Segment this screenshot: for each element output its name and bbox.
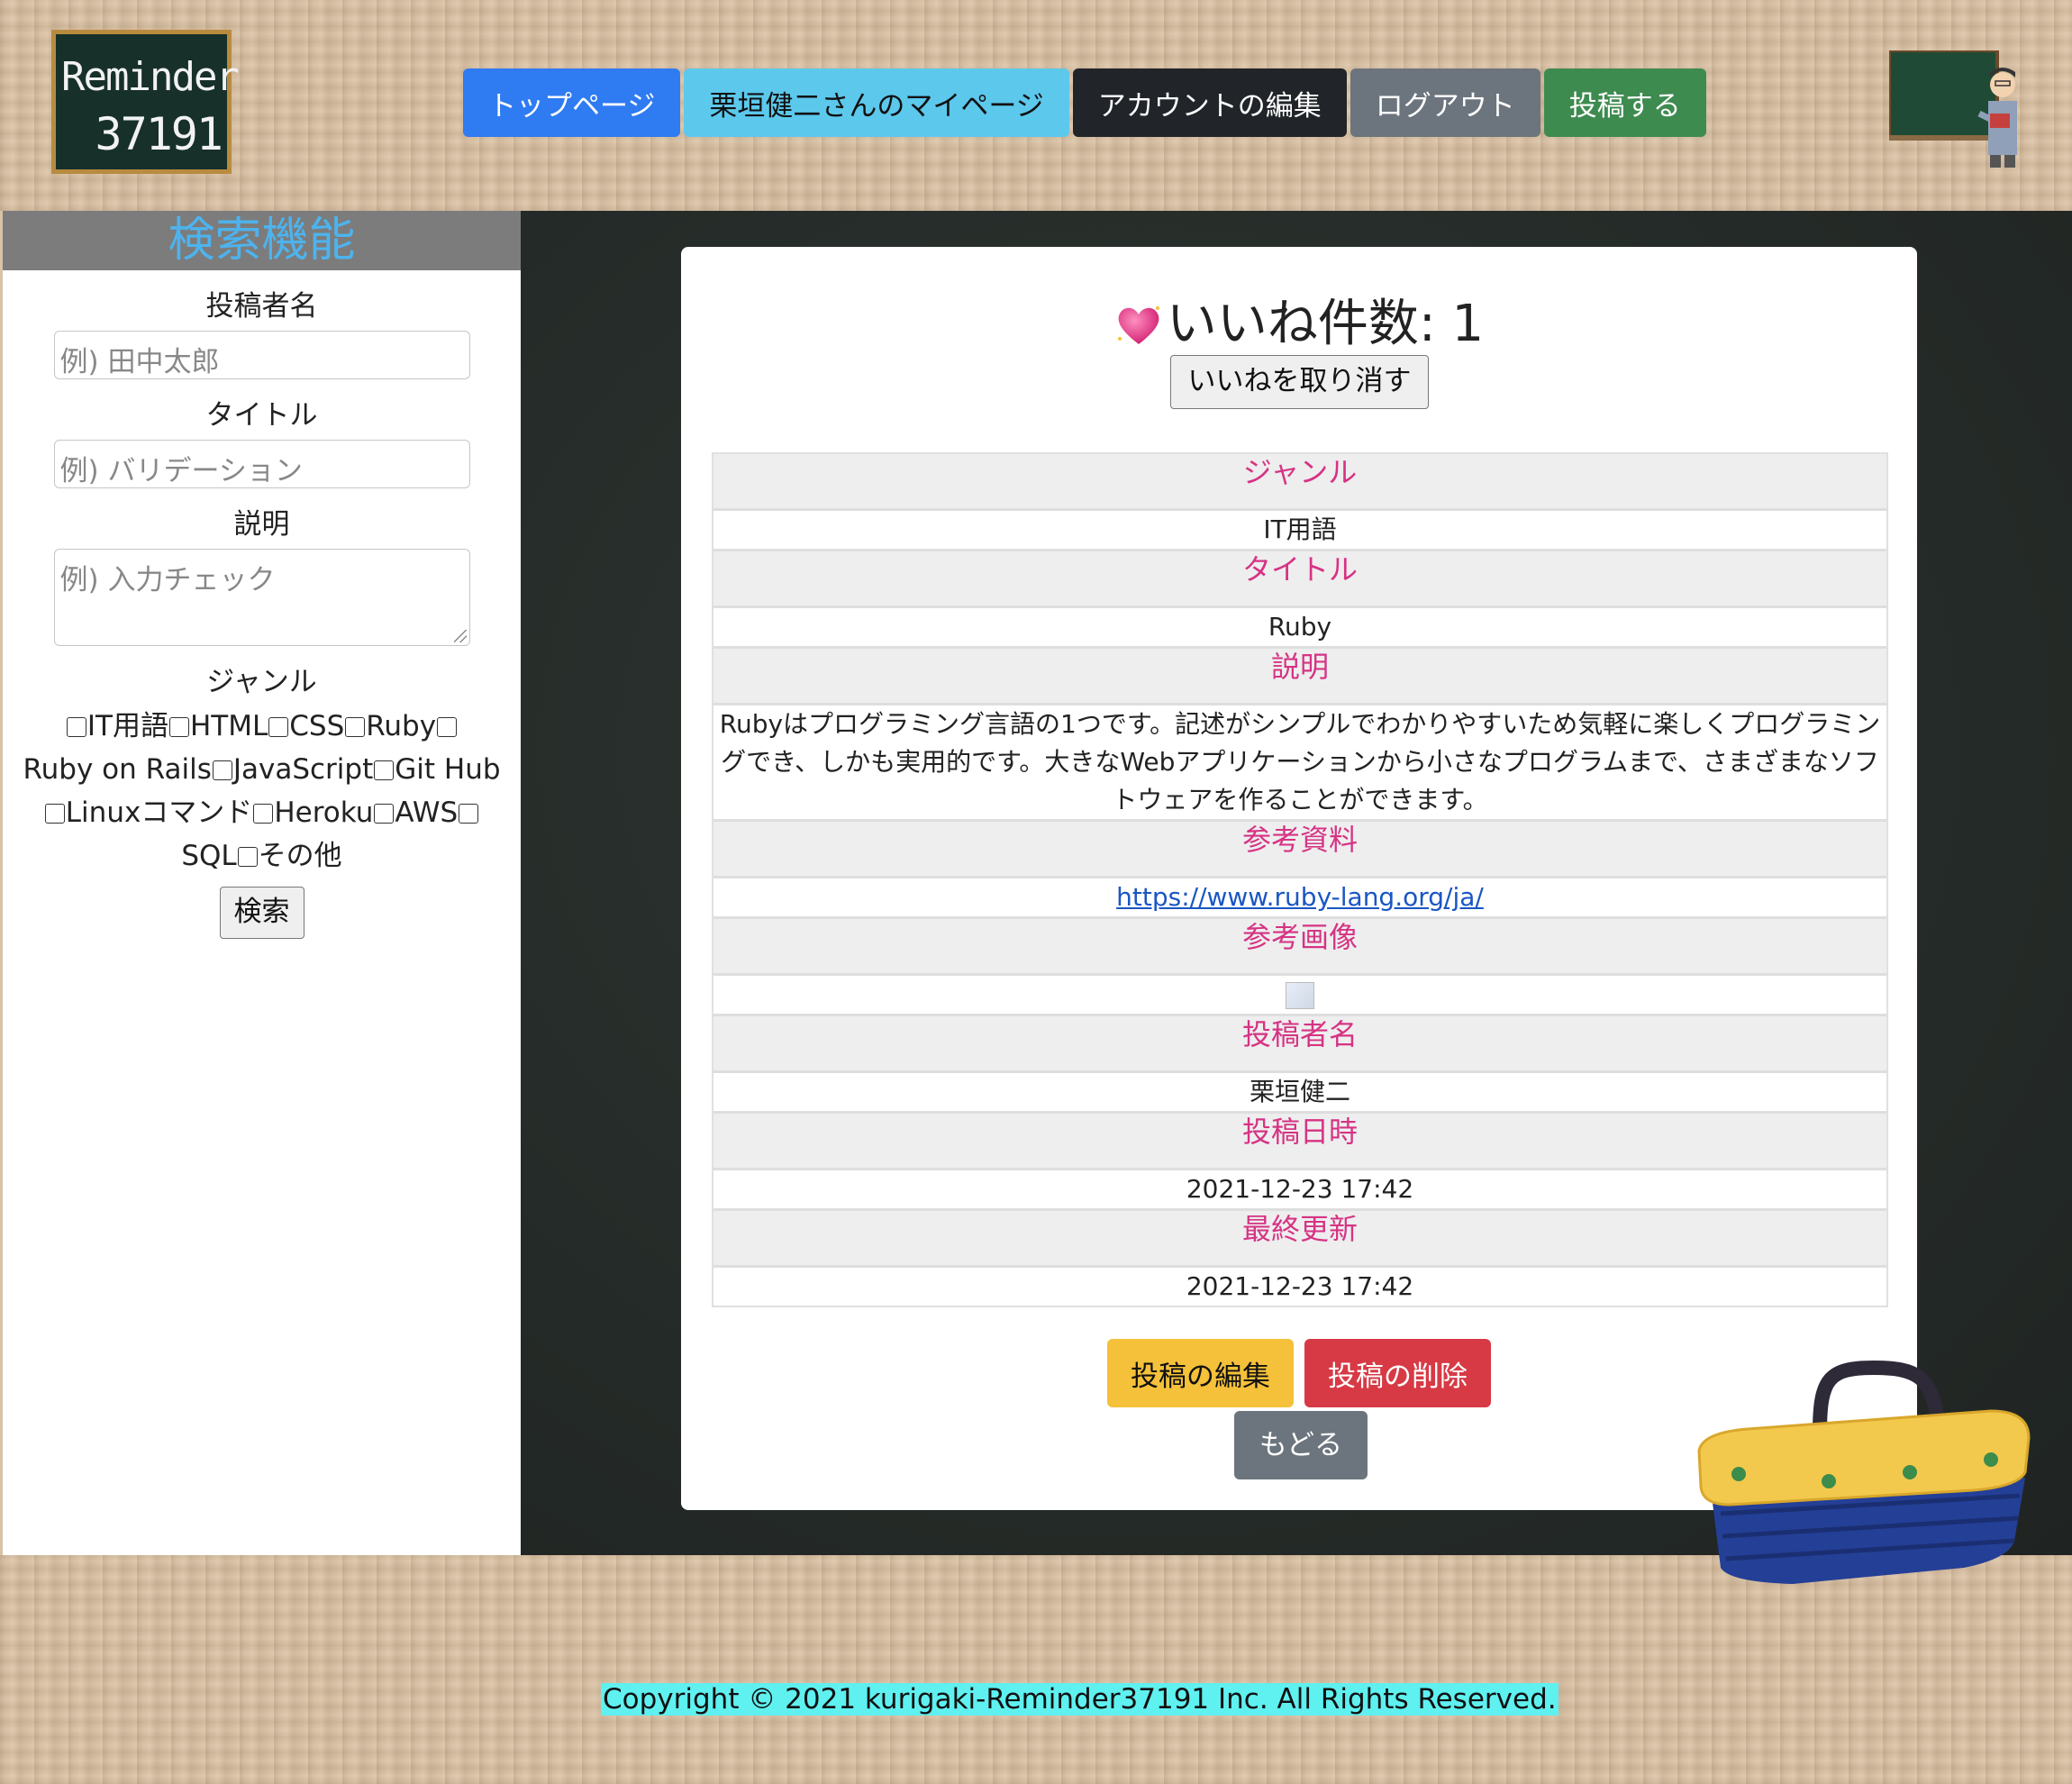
- genre-option: HTML: [189, 710, 268, 742]
- heart-icon: [1117, 306, 1159, 344]
- search-button[interactable]: 検索: [219, 887, 304, 939]
- genre-value: IT用語: [713, 511, 1886, 551]
- nav-post-button[interactable]: 投稿する: [1543, 68, 1706, 137]
- genre-checkbox[interactable]: [66, 717, 86, 737]
- main-nav: トップページ 栗垣健二さんのマイページ アカウントの編集 ログアウト 投稿する: [463, 68, 1706, 137]
- updated-at-header: 最終更新: [713, 1211, 1886, 1268]
- like-count-heading: いいね件数: 1: [681, 283, 1917, 356]
- genre-option: その他: [258, 840, 342, 872]
- genre-option: Linuxコマンド: [65, 796, 253, 829]
- author-header: 投稿者名: [713, 1016, 1886, 1073]
- nav-mypage-button[interactable]: 栗垣健二さんのマイページ: [684, 68, 1069, 137]
- reference-image-row: [713, 976, 1886, 1016]
- logo-line2: 37191: [95, 108, 223, 160]
- genre-option: IT用語: [86, 710, 168, 742]
- unlike-button[interactable]: いいねを取り消す: [1170, 355, 1429, 409]
- genre-option: JavaScript: [232, 753, 374, 786]
- edit-post-button[interactable]: 投稿の編集: [1107, 1339, 1294, 1407]
- description-header: 説明: [713, 649, 1886, 705]
- posted-at-header: 投稿日時: [713, 1114, 1886, 1170]
- genre-option: CSS: [289, 710, 345, 742]
- genre-option: AWS: [395, 796, 459, 829]
- footer-background: [0, 1555, 2072, 1784]
- title-value: Ruby: [713, 608, 1886, 649]
- genre-checkbox[interactable]: [437, 717, 458, 737]
- title-header: タイトル: [713, 551, 1886, 608]
- nav-logout-button[interactable]: ログアウト: [1350, 68, 1540, 137]
- basket-illustration: [1697, 1361, 2031, 1584]
- title-label: タイトル: [205, 399, 318, 432]
- updated-at-value: 2021-12-23 17:42: [713, 1268, 1886, 1306]
- reference-image-header: 参考画像: [713, 919, 1886, 976]
- reference-link[interactable]: https://www.ruby-lang.org/ja/: [1116, 882, 1484, 912]
- teacher-illustration: [1889, 50, 2017, 168]
- genre-checkbox[interactable]: [168, 717, 189, 737]
- genre-checkbox-group: IT用語 HTML CSS Ruby Ruby on Rails JavaScript G…: [3, 705, 521, 878]
- post-detail-table: ジャンル IT用語 タイトル Ruby 説明 Rubyはプログラミング言語の1つ…: [712, 452, 1888, 1307]
- description-placeholder: 例) 入力チェック: [59, 564, 276, 596]
- back-button[interactable]: もどる: [1234, 1411, 1368, 1479]
- delete-post-button[interactable]: 投稿の削除: [1304, 1339, 1491, 1407]
- logo-line1: Reminder: [61, 54, 240, 100]
- genre-label: ジャンル: [206, 666, 317, 698]
- like-count-text: いいね件数: 1: [1166, 295, 1485, 353]
- genre-option: Git Hub: [395, 753, 501, 786]
- genre-checkbox[interactable]: [44, 804, 65, 824]
- search-sidebar: 検索機能 投稿者名 例) 田中太郎 タイトル 例) バリデーション 説明 例) …: [3, 211, 521, 1555]
- posted-at-value: 2021-12-23 17:42: [713, 1170, 1886, 1211]
- genre-checkbox[interactable]: [459, 804, 479, 824]
- genre-option: Ruby: [366, 710, 437, 742]
- author-value: 栗垣健二: [713, 1073, 1886, 1114]
- nav-top-button[interactable]: トップページ: [463, 68, 681, 137]
- genre-checkbox[interactable]: [374, 804, 395, 824]
- nav-edit-account-button[interactable]: アカウントの編集: [1072, 68, 1347, 137]
- reference-row: https://www.ruby-lang.org/ja/: [713, 878, 1886, 919]
- genre-option: Ruby on Rails: [23, 753, 212, 786]
- title-search-input[interactable]: 例) バリデーション: [53, 440, 470, 488]
- search-title: 検索機能: [3, 211, 521, 270]
- genre-checkbox[interactable]: [268, 717, 289, 737]
- post-detail-card: いいね件数: 1 いいねを取り消す ジャンル IT用語 タイトル Ruby 説明…: [681, 247, 1917, 1510]
- genre-checkbox[interactable]: [253, 804, 274, 824]
- author-search-input[interactable]: 例) 田中太郎: [53, 331, 470, 379]
- genre-checkbox[interactable]: [212, 760, 232, 780]
- description-search-textarea[interactable]: 例) 入力チェック: [53, 549, 470, 646]
- genre-checkbox[interactable]: [237, 847, 258, 867]
- site-logo[interactable]: Reminder 37191: [51, 30, 240, 174]
- genre-option: Heroku: [274, 796, 374, 829]
- broken-image-icon: [1286, 982, 1314, 1009]
- genre-checkbox[interactable]: [374, 760, 395, 780]
- author-label: 投稿者名: [205, 290, 318, 323]
- description-value: Rubyはプログラミング言語の1つです。記述がシンプルでわかりやすいため気軽に楽…: [713, 705, 1886, 822]
- genre-option: SQL: [181, 840, 237, 872]
- genre-checkbox[interactable]: [345, 717, 366, 737]
- description-label: 説明: [233, 508, 290, 541]
- genre-header: ジャンル: [713, 454, 1886, 511]
- resize-grip-icon[interactable]: [453, 630, 467, 642]
- reference-header: 参考資料: [713, 822, 1886, 878]
- copyright-footer: Copyright © 2021 kurigaki-Reminder37191 …: [601, 1683, 1559, 1716]
